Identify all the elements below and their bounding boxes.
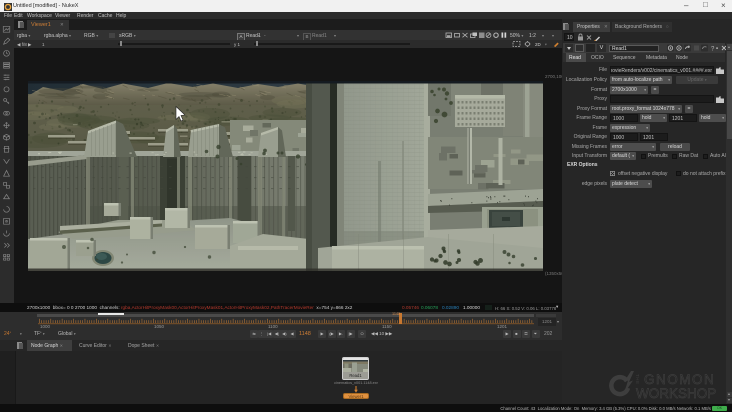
svg-text:▾: ▾ xyxy=(545,43,547,47)
svg-text:?: ? xyxy=(711,47,715,53)
svg-text:THE: THE xyxy=(635,374,640,385)
svg-text:GNOMON: GNOMON xyxy=(644,372,715,387)
svg-text:WORKSHOP: WORKSHOP xyxy=(636,386,716,400)
svg-text:2D: 2D xyxy=(535,42,542,47)
svg-text:•: • xyxy=(716,47,718,53)
